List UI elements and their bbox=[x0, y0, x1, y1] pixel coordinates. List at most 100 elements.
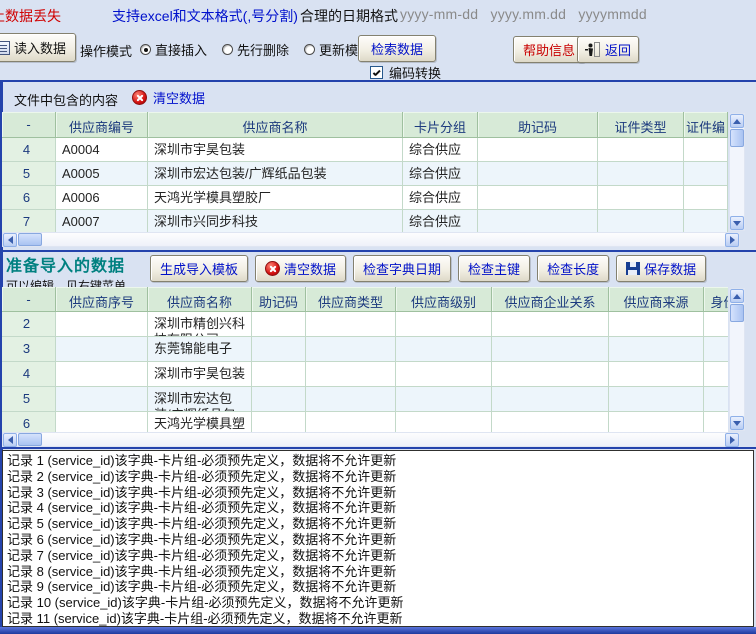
table-cell[interactable]: A0004 bbox=[56, 138, 148, 162]
table-cell[interactable] bbox=[478, 210, 598, 232]
table-cell[interactable] bbox=[704, 312, 728, 337]
file-table-hscrollbar[interactable] bbox=[2, 232, 740, 247]
scroll-down-icon[interactable] bbox=[730, 216, 744, 230]
table-cell[interactable] bbox=[684, 138, 728, 162]
table-cell[interactable] bbox=[252, 337, 306, 362]
table-cell[interactable] bbox=[609, 337, 704, 362]
row-number-cell[interactable]: 6 bbox=[2, 186, 56, 210]
table-cell[interactable] bbox=[598, 138, 684, 162]
scrollbar-thumb[interactable] bbox=[18, 233, 42, 246]
table-cell[interactable]: 深圳市宏达包装/广辉纸品包装 bbox=[148, 387, 252, 412]
scroll-right-icon[interactable] bbox=[725, 433, 739, 447]
table-cell[interactable] bbox=[492, 387, 609, 412]
table-cell[interactable] bbox=[306, 362, 396, 387]
table-cell[interactable] bbox=[56, 362, 148, 387]
table-cell[interactable] bbox=[492, 312, 609, 337]
table-cell[interactable]: 天鸿光学模具塑胶厂 bbox=[148, 412, 252, 432]
table-cell[interactable]: A0005 bbox=[56, 162, 148, 186]
table-cell[interactable] bbox=[609, 362, 704, 387]
table-cell[interactable] bbox=[306, 337, 396, 362]
table-row[interactable]: 4深圳市宇昊包装 bbox=[2, 362, 728, 387]
table-cell[interactable] bbox=[252, 362, 306, 387]
import-table-hscrollbar[interactable] bbox=[2, 432, 740, 447]
read-data-button[interactable]: 读入数据 bbox=[0, 33, 76, 62]
scroll-up-icon[interactable] bbox=[730, 114, 744, 128]
row-number-cell[interactable]: 5 bbox=[2, 387, 56, 412]
row-number-cell[interactable]: 5 bbox=[2, 162, 56, 186]
table-cell[interactable] bbox=[396, 312, 492, 337]
scrollbar-thumb[interactable] bbox=[18, 433, 42, 446]
row-number-cell[interactable]: 4 bbox=[2, 138, 56, 162]
table-cell[interactable] bbox=[396, 387, 492, 412]
row-number-cell[interactable]: 4 bbox=[2, 362, 56, 387]
table-cell[interactable] bbox=[684, 186, 728, 210]
table-cell[interactable] bbox=[609, 312, 704, 337]
row-number-cell[interactable]: 2 bbox=[2, 312, 56, 337]
table-cell[interactable] bbox=[306, 387, 396, 412]
table-cell[interactable]: 深圳市宇昊包装 bbox=[148, 138, 403, 162]
table-row[interactable]: 2 深圳市精创兴科技有限公司 bbox=[2, 312, 728, 337]
table-row[interactable]: 6A0006天鸿光学模具塑胶厂综合供应 bbox=[2, 186, 728, 210]
table-row[interactable]: 5A0005深圳市宏达包装/广辉纸品包装综合供应 bbox=[2, 162, 728, 186]
clear-data-button[interactable]: 清空数据 bbox=[255, 255, 346, 282]
check-length-button[interactable]: 检查长度 bbox=[537, 255, 609, 282]
table-cell[interactable] bbox=[704, 362, 728, 387]
table-row[interactable]: 6 天鸿光学模具塑胶厂 bbox=[2, 412, 728, 432]
table-cell[interactable] bbox=[252, 312, 306, 337]
table-cell[interactable] bbox=[684, 210, 728, 232]
table-cell[interactable] bbox=[56, 412, 148, 432]
table-cell[interactable] bbox=[492, 362, 609, 387]
table-cell[interactable] bbox=[56, 337, 148, 362]
table-cell[interactable] bbox=[396, 412, 492, 432]
table-cell[interactable] bbox=[56, 387, 148, 412]
table-cell[interactable]: 深圳市兴同步科技 bbox=[148, 210, 403, 232]
table-cell[interactable] bbox=[492, 337, 609, 362]
table-cell[interactable] bbox=[478, 162, 598, 186]
help-info-button[interactable]: 帮助信息 bbox=[513, 36, 585, 63]
table-cell[interactable] bbox=[252, 412, 306, 432]
table-cell[interactable] bbox=[306, 412, 396, 432]
scroll-right-icon[interactable] bbox=[725, 233, 739, 247]
row-number-cell[interactable]: 3 bbox=[2, 337, 56, 362]
table-cell[interactable]: 东莞锦能电子 bbox=[148, 337, 252, 362]
table-cell[interactable]: 综合供应 bbox=[403, 138, 478, 162]
import-table-vscrollbar[interactable] bbox=[729, 288, 745, 431]
row-number-cell[interactable]: 6 bbox=[2, 412, 56, 432]
table-cell[interactable] bbox=[492, 412, 609, 432]
table-cell[interactable] bbox=[598, 186, 684, 210]
table-cell[interactable] bbox=[478, 138, 598, 162]
table-cell[interactable]: 深圳市精创兴科技有限公司 bbox=[148, 312, 252, 337]
table-cell[interactable] bbox=[609, 387, 704, 412]
radio-delete-first[interactable]: 先行删除 bbox=[222, 40, 289, 59]
table-row[interactable]: 7A0007深圳市兴同步科技综合供应 bbox=[2, 210, 728, 232]
table-row[interactable]: 3 东莞锦能电子 bbox=[2, 337, 728, 362]
table-cell[interactable] bbox=[56, 312, 148, 337]
table-cell[interactable]: A0006 bbox=[56, 186, 148, 210]
row-number-cell[interactable]: 7 bbox=[2, 210, 56, 232]
table-cell[interactable] bbox=[396, 337, 492, 362]
table-cell[interactable] bbox=[252, 387, 306, 412]
table-cell[interactable] bbox=[306, 312, 396, 337]
table-cell[interactable]: 综合供应 bbox=[403, 210, 478, 232]
scroll-down-icon[interactable] bbox=[730, 416, 744, 430]
scroll-left-icon[interactable] bbox=[3, 433, 17, 447]
table-cell[interactable]: A0007 bbox=[56, 210, 148, 232]
table-cell[interactable] bbox=[704, 387, 728, 412]
table-cell[interactable]: 深圳市宏达包装/广辉纸品包装 bbox=[148, 162, 403, 186]
generate-template-button[interactable]: 生成导入模板 bbox=[150, 255, 248, 282]
table-cell[interactable] bbox=[598, 210, 684, 232]
table-cell[interactable] bbox=[609, 412, 704, 432]
check-primary-key-button[interactable]: 检查主键 bbox=[458, 255, 530, 282]
scrollbar-thumb[interactable] bbox=[730, 129, 744, 147]
scrollbar-thumb[interactable] bbox=[730, 304, 744, 322]
table-cell[interactable] bbox=[684, 162, 728, 186]
radio-direct-insert[interactable]: 直接插入 bbox=[140, 40, 207, 59]
table-cell[interactable] bbox=[704, 337, 728, 362]
table-cell[interactable]: 综合供应 bbox=[403, 186, 478, 210]
table-cell[interactable] bbox=[396, 362, 492, 387]
save-data-button[interactable]: 保存数据 bbox=[616, 255, 706, 282]
table-row[interactable]: 5 深圳市宏达包装/广辉纸品包装 bbox=[2, 387, 728, 412]
back-button[interactable]: 返回 bbox=[577, 36, 639, 63]
table-cell[interactable] bbox=[478, 186, 598, 210]
table-cell[interactable]: 天鸿光学模具塑胶厂 bbox=[148, 186, 403, 210]
